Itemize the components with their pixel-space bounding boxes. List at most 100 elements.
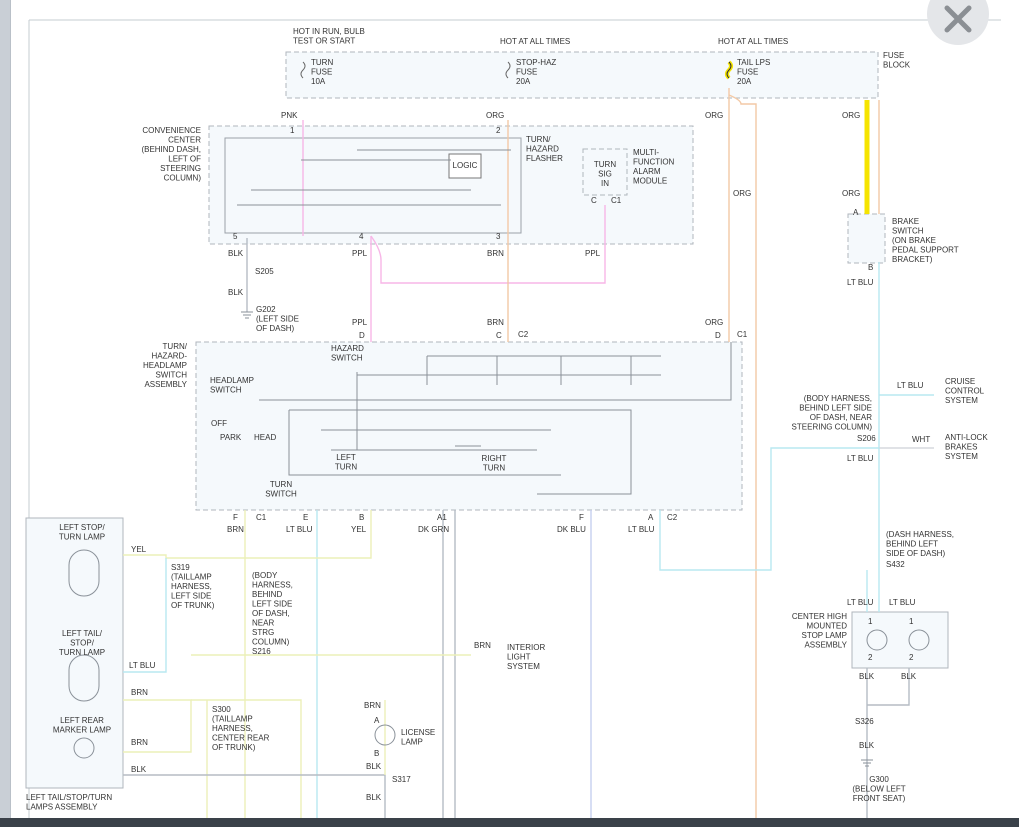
label-labels-g202-2: OF DASH) bbox=[256, 324, 295, 333]
label-labels-brake_switch-3: PEDAL SUPPORT bbox=[892, 246, 959, 255]
label-pins-d: D bbox=[359, 331, 365, 340]
label-labels-s319-2: HARNESS, bbox=[171, 582, 212, 591]
label-labels-dash_harness-0: (DASH HARNESS, bbox=[886, 530, 954, 539]
label-labels-conv_center-4: STEERING bbox=[160, 164, 201, 173]
label-pins-d: D bbox=[715, 331, 721, 340]
label-labels-switch_assy-2: HEADLAMP bbox=[143, 361, 187, 370]
label-wire_colors-brn: BRN bbox=[487, 318, 504, 327]
label-labels-s216-3: LEFT SIDE bbox=[252, 600, 292, 609]
label-wire_colors-brn: BRN bbox=[227, 525, 244, 534]
label-labels-s205: S205 bbox=[255, 267, 274, 276]
label-wire_colors-lt_blu: LT BLU bbox=[129, 661, 156, 670]
label-wire_colors-wht: WHT bbox=[912, 435, 930, 444]
label-wire_colors-ppl: PPL bbox=[352, 318, 368, 327]
label-labels-right_turn-1: TURN bbox=[483, 464, 505, 473]
label-labels-s300-3: CENTER REAR bbox=[212, 734, 270, 743]
label-pins-c1: C1 bbox=[611, 196, 622, 205]
label-labels-turn_sig-0: TURN bbox=[594, 160, 616, 169]
label-labels-flasher-1: HAZARD bbox=[526, 145, 559, 154]
label-labels-headlamp_switch-1: SWITCH bbox=[210, 386, 242, 395]
label-labels-chmsl-3: ASSEMBLY bbox=[804, 641, 847, 650]
label-wire_colors-brn: BRN bbox=[474, 641, 491, 650]
brake-switch-box bbox=[847, 213, 886, 264]
label-labels-hot_all_2: HOT AT ALL TIMES bbox=[718, 37, 788, 46]
close-icon bbox=[944, 5, 972, 33]
label-wire_colors-org: ORG bbox=[486, 111, 504, 120]
label-labels-left_marker-1: MARKER LAMP bbox=[53, 726, 111, 735]
label-labels-chmsl-1: MOUNTED bbox=[807, 622, 848, 631]
label-labels-flasher-2: FLASHER bbox=[526, 154, 563, 163]
label-pins-p1: 1 bbox=[909, 617, 914, 626]
label-labels-left_tail-2: TURN LAMP bbox=[59, 648, 105, 657]
label-pins-p1: 1 bbox=[290, 126, 295, 135]
label-wire_colors-yel: YEL bbox=[131, 545, 147, 554]
label-labels-s300-2: HARNESS, bbox=[212, 724, 253, 733]
label-labels-g300-0: G300 bbox=[869, 775, 889, 784]
chmsl-box bbox=[851, 611, 949, 669]
label-labels-brake_switch-1: SWITCH bbox=[892, 227, 924, 236]
label-wire_colors-ppl: PPL bbox=[585, 249, 601, 258]
label-labels-left_turn-0: LEFT bbox=[336, 453, 356, 462]
label-wire_colors-lt_blu: LT BLU bbox=[847, 454, 874, 463]
label-labels-s206: S206 bbox=[857, 434, 876, 443]
label-wire_colors-ppl: PPL bbox=[352, 249, 368, 258]
label-labels-license-1: LAMP bbox=[401, 738, 423, 747]
label-labels-alarm-1: FUNCTION bbox=[633, 158, 675, 167]
label-labels-g300-1: (BELOW LEFT bbox=[852, 785, 905, 794]
label-labels-left_tail-0: LEFT TAIL/ bbox=[62, 629, 103, 638]
label-wire_colors-org: ORG bbox=[733, 189, 751, 198]
label-labels-chmsl-2: STOP LAMP bbox=[802, 631, 848, 640]
label-pins-c1: C1 bbox=[256, 513, 267, 522]
label-labels-abs-0: ANTI-LOCK bbox=[945, 433, 988, 442]
label-labels-s216-4: OF DASH, bbox=[252, 609, 290, 618]
label-wire_colors-lt_blu: LT BLU bbox=[286, 525, 313, 534]
label-labels-s317: S317 bbox=[392, 775, 411, 784]
label-labels-turn_fuse-1: FUSE bbox=[311, 68, 332, 77]
label-pins-p3: 3 bbox=[496, 232, 501, 241]
label-pins-a: A bbox=[648, 513, 654, 522]
label-labels-body_harness-0: (BODY HARNESS, bbox=[804, 394, 872, 403]
label-labels-logic: LOGIC bbox=[453, 161, 478, 170]
label-labels-left_tail-1: STOP/ bbox=[70, 639, 95, 648]
label-wire_colors-blk: BLK bbox=[366, 793, 382, 802]
label-labels-s319-0: S319 bbox=[171, 563, 190, 572]
label-labels-body_harness-2: OF DASH, NEAR bbox=[810, 413, 872, 422]
label-labels-switch_assy-0: TURN/ bbox=[163, 342, 188, 351]
label-pins-b: B bbox=[374, 749, 379, 758]
label-labels-left_turn-1: TURN bbox=[335, 463, 357, 472]
label-wire_colors-blk: BLK bbox=[901, 672, 917, 681]
label-pins-c2: C2 bbox=[667, 513, 678, 522]
label-labels-conv_center-0: CONVENIENCE bbox=[142, 126, 201, 135]
label-wire_colors-org: ORG bbox=[705, 111, 723, 120]
label-pins-c2: C2 bbox=[518, 330, 529, 339]
label-labels-conv_center-3: LEFT OF bbox=[168, 155, 201, 164]
label-labels-dash_harness-2: SIDE OF DASH) bbox=[886, 549, 945, 558]
label-labels-left_stop-0: LEFT STOP/ bbox=[59, 523, 105, 532]
label-labels-fuse_block-1: BLOCK bbox=[883, 61, 911, 70]
wiring-diagram: HOT IN RUN, BULBTEST OR START HOT AT ALL … bbox=[25, 19, 1001, 818]
label-labels-switch_assy-3: SWITCH bbox=[155, 371, 187, 380]
label-wire_colors-dk_grn: DK GRN bbox=[418, 525, 449, 534]
label-wire_colors-lt_blu: LT BLU bbox=[628, 525, 655, 534]
label-wire_colors-blk: BLK bbox=[366, 762, 382, 771]
label-labels-license-0: LICENSE bbox=[401, 728, 435, 737]
label-pins-a: A bbox=[374, 716, 380, 725]
label-wire_colors-lt_blu: LT BLU bbox=[897, 381, 924, 390]
label-pins-p5: 5 bbox=[233, 232, 238, 241]
label-wire_colors-lt_blu: LT BLU bbox=[889, 598, 916, 607]
label-wire_colors-brn: BRN bbox=[131, 688, 148, 697]
label-wire_colors-dk_blu: DK BLU bbox=[557, 525, 586, 534]
label-labels-turn_switch-0: TURN bbox=[270, 480, 292, 489]
label-labels-alarm-2: ALARM bbox=[633, 167, 661, 176]
label-pins-c: C bbox=[496, 331, 502, 340]
label-labels-s319-4: OF TRUNK) bbox=[171, 601, 215, 610]
label-labels-left_marker-0: LEFT REAR bbox=[60, 716, 104, 725]
label-labels-s216-1: HARNESS, bbox=[252, 581, 293, 590]
label-labels-conv_center-1: CENTER bbox=[168, 136, 201, 145]
label-labels-conv_center-5: COLUMN) bbox=[164, 174, 202, 183]
label-wire_colors-brn: BRN bbox=[364, 701, 381, 710]
label-labels-s432: S432 bbox=[886, 560, 905, 569]
label-labels-stophaz_fuse-2: 20A bbox=[516, 77, 531, 86]
label-labels-cruise-0: CRUISE bbox=[945, 377, 975, 386]
label-labels-alarm-3: MODULE bbox=[633, 177, 667, 186]
